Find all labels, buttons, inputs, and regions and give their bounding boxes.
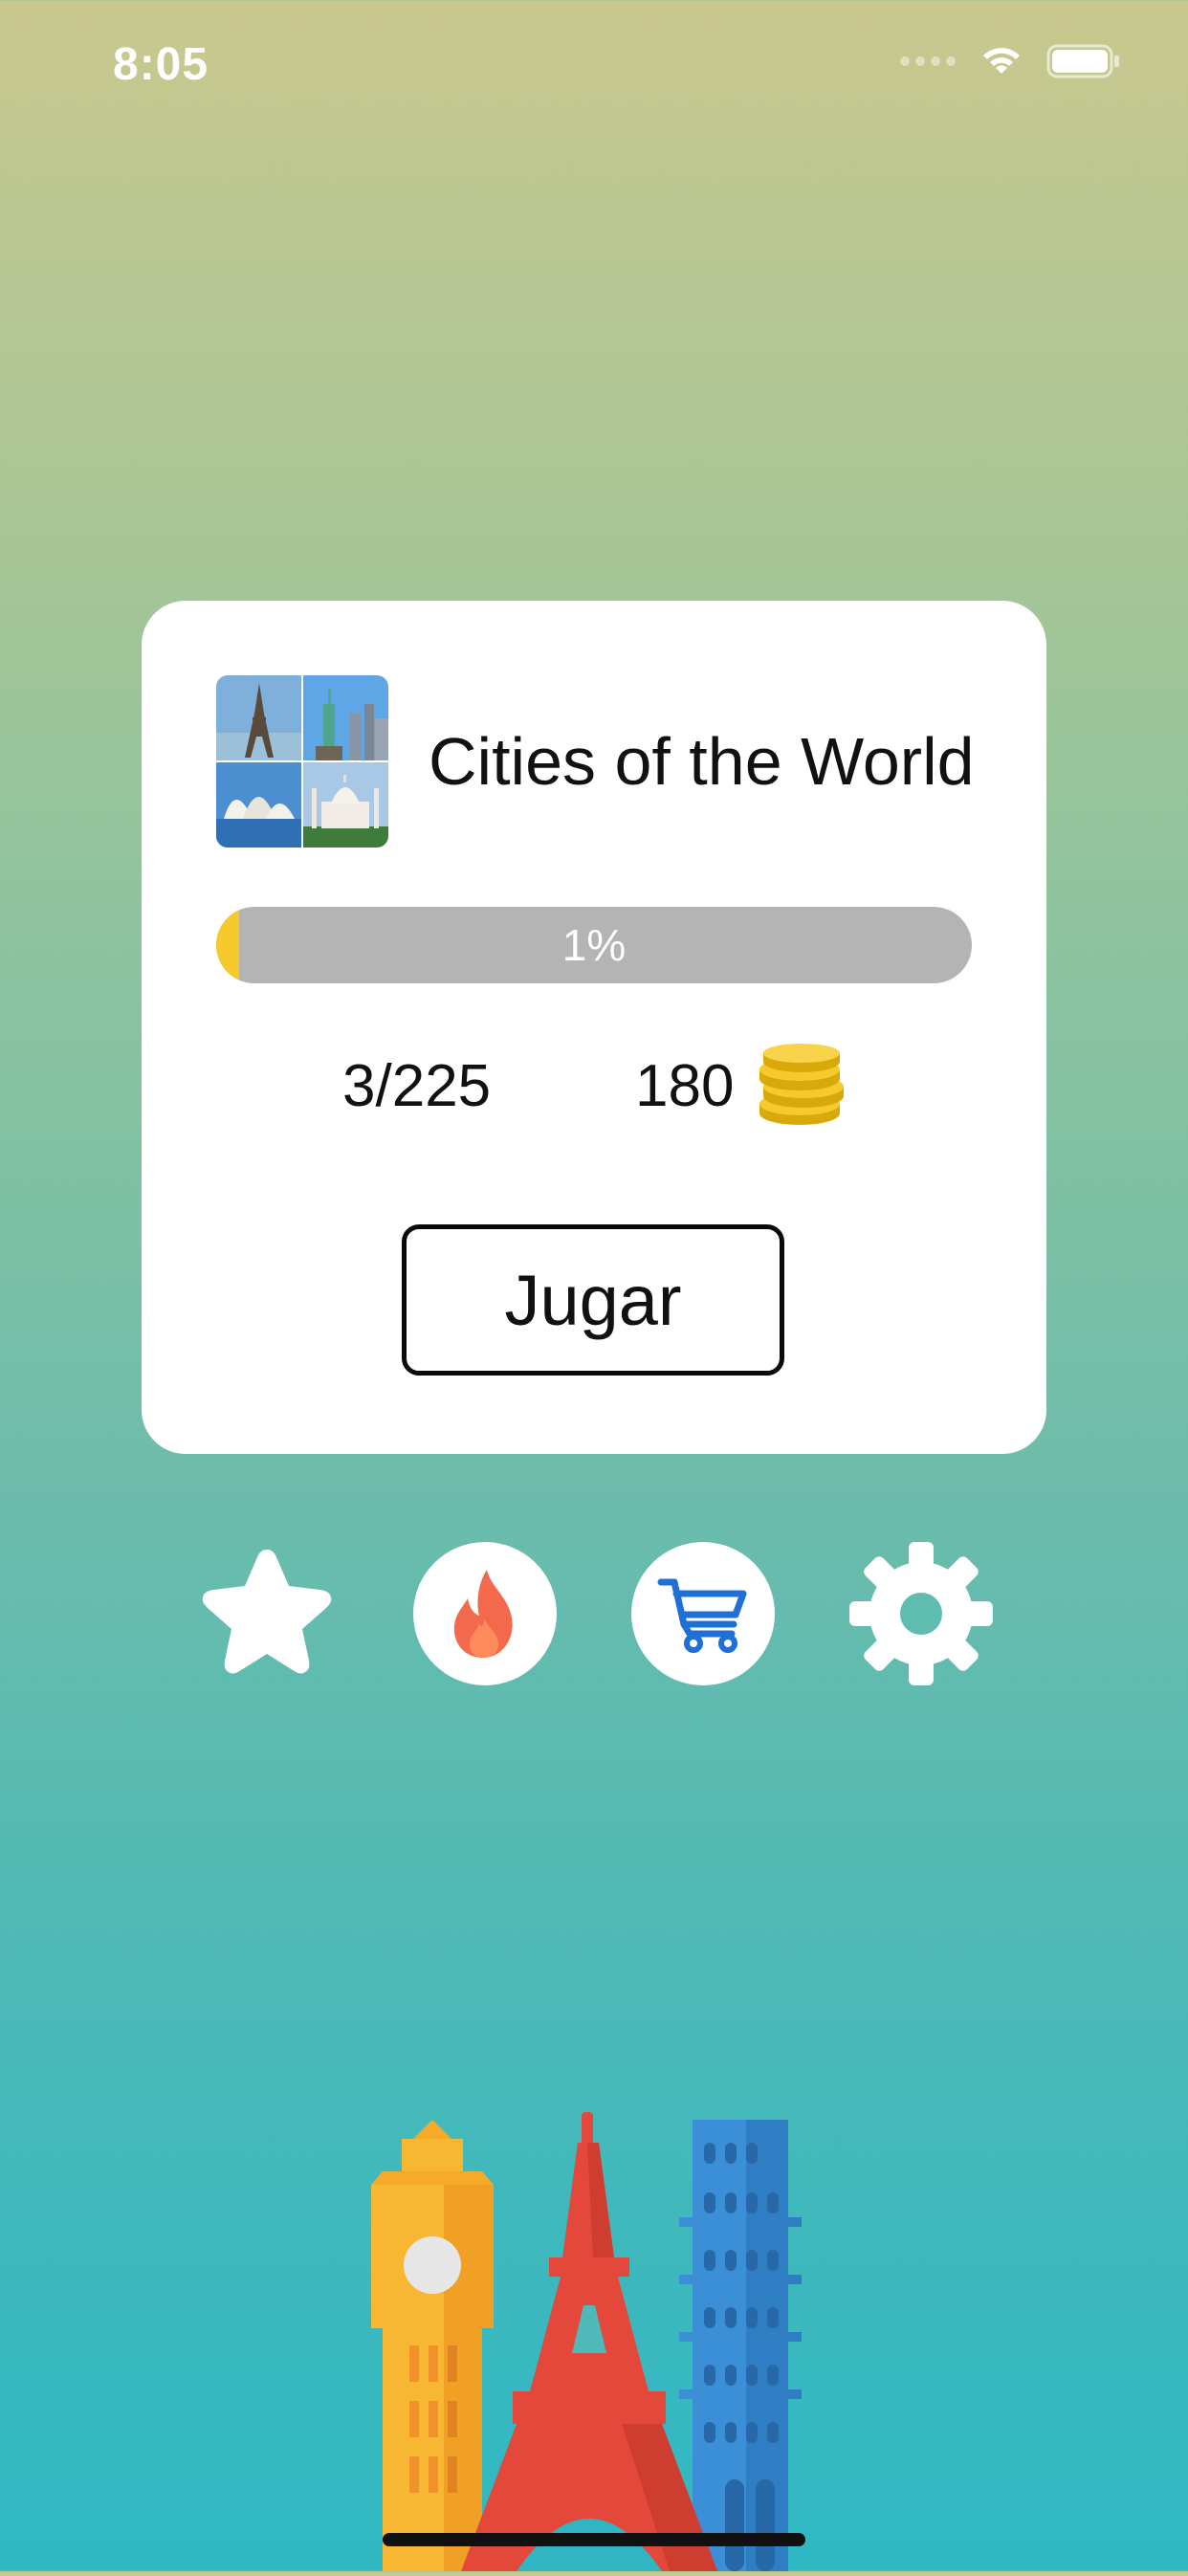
cart-icon (657, 1578, 747, 1653)
progress-bar: 1% (216, 907, 972, 983)
gear-icon (849, 1542, 993, 1685)
landmarks-illustration (344, 2104, 842, 2571)
pack-card: Cities of the World 1% 3/225 180 Jugar (142, 601, 1046, 1454)
eiffel-tower (461, 2112, 717, 2571)
status-icons (899, 44, 1121, 78)
coins-icon (759, 1044, 844, 1125)
shop-button[interactable] (629, 1540, 777, 1687)
hot-button[interactable] (411, 1540, 559, 1687)
wifi-icon (983, 48, 1020, 74)
play-button[interactable]: Jugar (402, 1224, 784, 1376)
solved-count: 3/225 (342, 1053, 492, 1119)
battery-icon (1046, 44, 1119, 78)
cellular-signal-icon (900, 56, 956, 66)
settings-button[interactable] (847, 1540, 995, 1687)
status-bar: 8:05 (0, 0, 1188, 124)
clock-tower (371, 2120, 494, 2571)
pack-title: Cities of the World (429, 724, 975, 799)
flame-icon (453, 1570, 513, 1658)
favorites-button[interactable] (193, 1540, 341, 1687)
pack-thumbnail (216, 675, 388, 848)
status-time: 8:05 (113, 39, 209, 90)
progress-label: 1% (561, 920, 627, 970)
home-indicator[interactable] (383, 2533, 805, 2546)
coin-balance: 180 (635, 1053, 735, 1119)
star-icon (202, 1550, 332, 1674)
leaning-tower (679, 2120, 802, 2571)
